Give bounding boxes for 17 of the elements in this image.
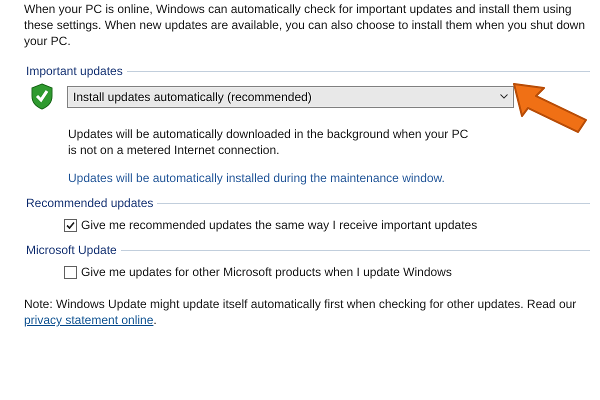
section-heading: Microsoft Update xyxy=(26,242,117,258)
pointer-arrow-icon xyxy=(512,82,590,134)
chevron-down-icon xyxy=(500,94,508,99)
checkbox[interactable] xyxy=(64,266,77,278)
checkbox[interactable] xyxy=(64,218,77,232)
checkbox-label[interactable]: Give me updates for other Microsoft products when I update Windows xyxy=(81,264,452,280)
update-mode-dropdown[interactable]: Install updates automatically (recommended) xyxy=(67,86,514,108)
checkbox-label[interactable]: Give me recommended updates the same way I receive important updates xyxy=(81,217,478,233)
download-description: Updates will be automatically downloaded in the background when your PC is not on a metered Internet connection. xyxy=(67,126,470,158)
intro-text: When your PC is online, Windows can automatically check for important updates and install them using these settings. When new updates are available, you can also choose to install them when you shut down your PC. xyxy=(23,1,586,49)
section-heading: Recommended updates xyxy=(26,195,154,211)
maintenance-window-link[interactable]: Updates will be automatically installed during the maintenance window. xyxy=(0,170,590,186)
section-heading: Important updates xyxy=(26,63,123,79)
privacy-statement-link[interactable]: privacy statement online xyxy=(24,313,154,327)
shield-check-icon xyxy=(30,83,54,110)
checkmark-icon xyxy=(66,220,75,230)
note-text: Note: Windows Update might update itself automatically first when checking for other updates. Read our privacy statement online. xyxy=(23,296,578,328)
